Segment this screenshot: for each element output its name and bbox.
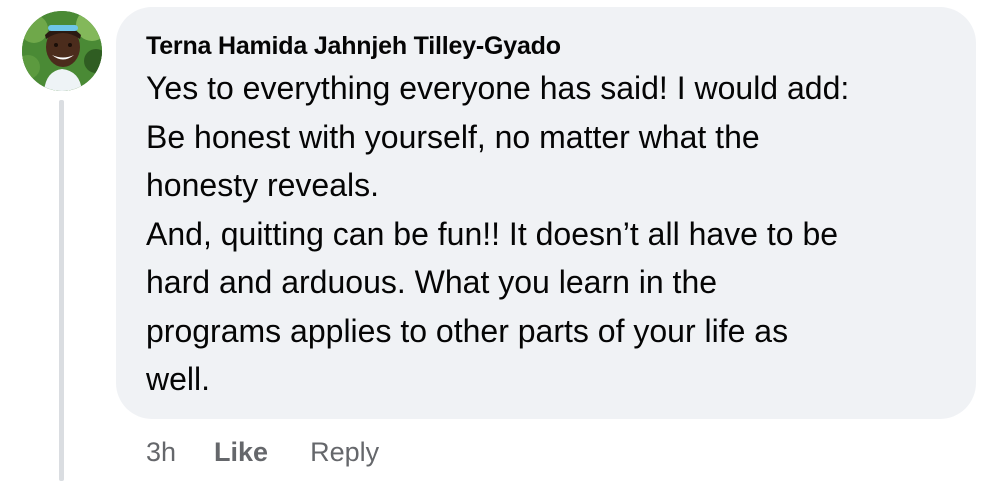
comment-text-line: And, quitting can be fun!! It doesn’t al… xyxy=(146,215,839,252)
comment-text-line: programs applies to other parts of your … xyxy=(146,312,789,349)
comment-text-line: well. xyxy=(146,361,211,397)
reply-button[interactable]: Reply xyxy=(310,437,379,468)
comment-actions: 3h Like Reply xyxy=(146,432,379,472)
comment-timestamp[interactable]: 3h xyxy=(146,437,176,468)
comment-text-line: honesty reveals. xyxy=(146,167,380,203)
comment-text: Yes to everything everyone has said! I w… xyxy=(146,64,948,404)
avatar[interactable] xyxy=(22,11,102,91)
comment-text-line: hard and arduous. What you learn in the xyxy=(146,264,718,300)
comment-text-line: Yes to everything everyone has said! I w… xyxy=(146,70,850,106)
comment: Terna Hamida Jahnjeh Tilley-Gyado Yes to… xyxy=(0,0,1000,481)
comment-text-line: Be honest with yourself, no matter what … xyxy=(146,118,760,155)
comment-bubble: Terna Hamida Jahnjeh Tilley-Gyado Yes to… xyxy=(116,7,976,419)
comment-author[interactable]: Terna Hamida Jahnjeh Tilley-Gyado xyxy=(146,29,948,63)
like-button[interactable]: Like xyxy=(214,437,268,468)
profile-photo-icon xyxy=(22,11,102,91)
thread-line xyxy=(59,100,64,481)
